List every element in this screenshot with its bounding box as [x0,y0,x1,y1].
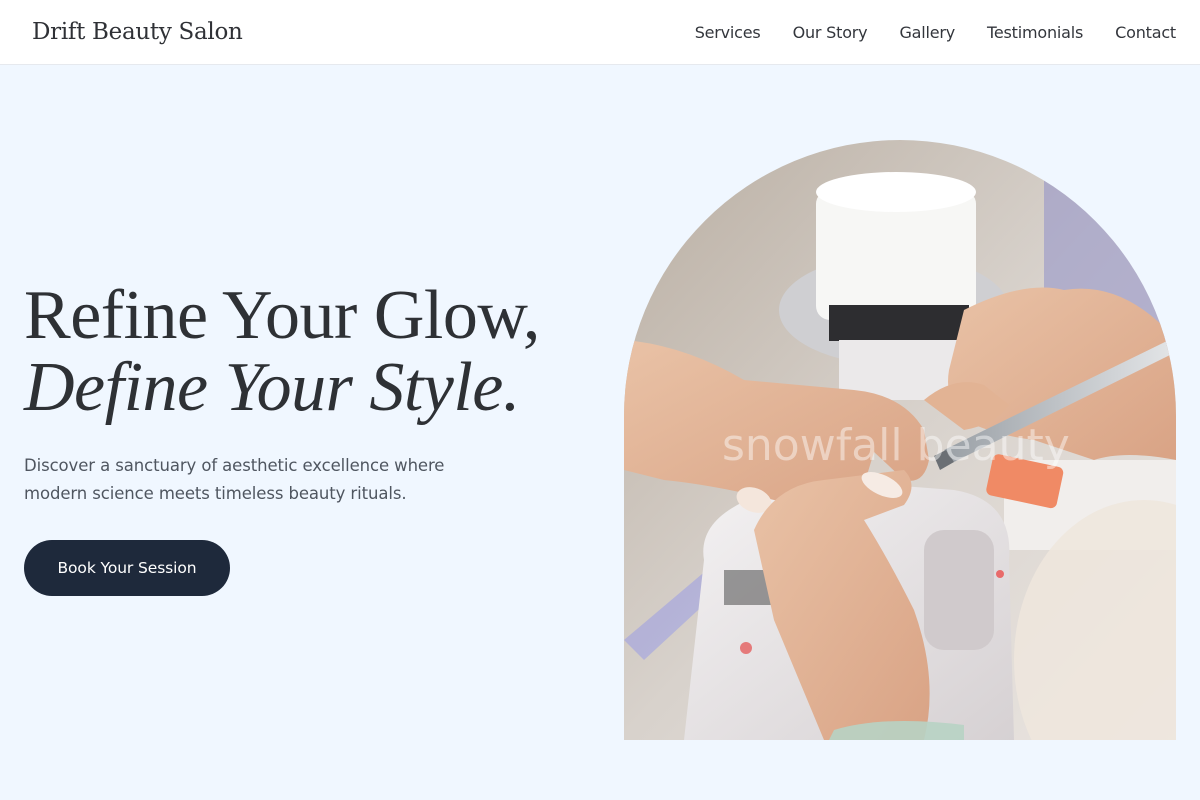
headline-line-1: Refine Your Glow, [24,277,540,354]
brand-logo[interactable]: Drift Beauty Salon [32,19,243,45]
book-session-button[interactable]: Book Your Session [24,540,230,596]
hero-text: Refine Your Glow, Define Your Style. Dis… [24,280,594,508]
nav-link-testimonials[interactable]: Testimonials [987,23,1083,42]
nav-link-our-story[interactable]: Our Story [793,23,868,42]
nav-link-contact[interactable]: Contact [1115,23,1176,42]
image-watermark: snowfall beauty [722,420,1070,471]
headline-line-2: Define Your Style. [24,349,520,426]
main-nav: Services Our Story Gallery Testimonials … [663,23,1177,42]
hero-subtitle: Discover a sanctuary of aesthetic excell… [24,456,445,503]
nav-link-gallery[interactable]: Gallery [899,23,955,42]
hero-image-manicure: snowfall beauty [624,140,1176,740]
top-navbar: Drift Beauty Salon Services Our Story Ga… [0,0,1200,65]
nav-link-services[interactable]: Services [695,23,761,42]
hero-headline: Refine Your Glow, Define Your Style. [24,280,594,424]
